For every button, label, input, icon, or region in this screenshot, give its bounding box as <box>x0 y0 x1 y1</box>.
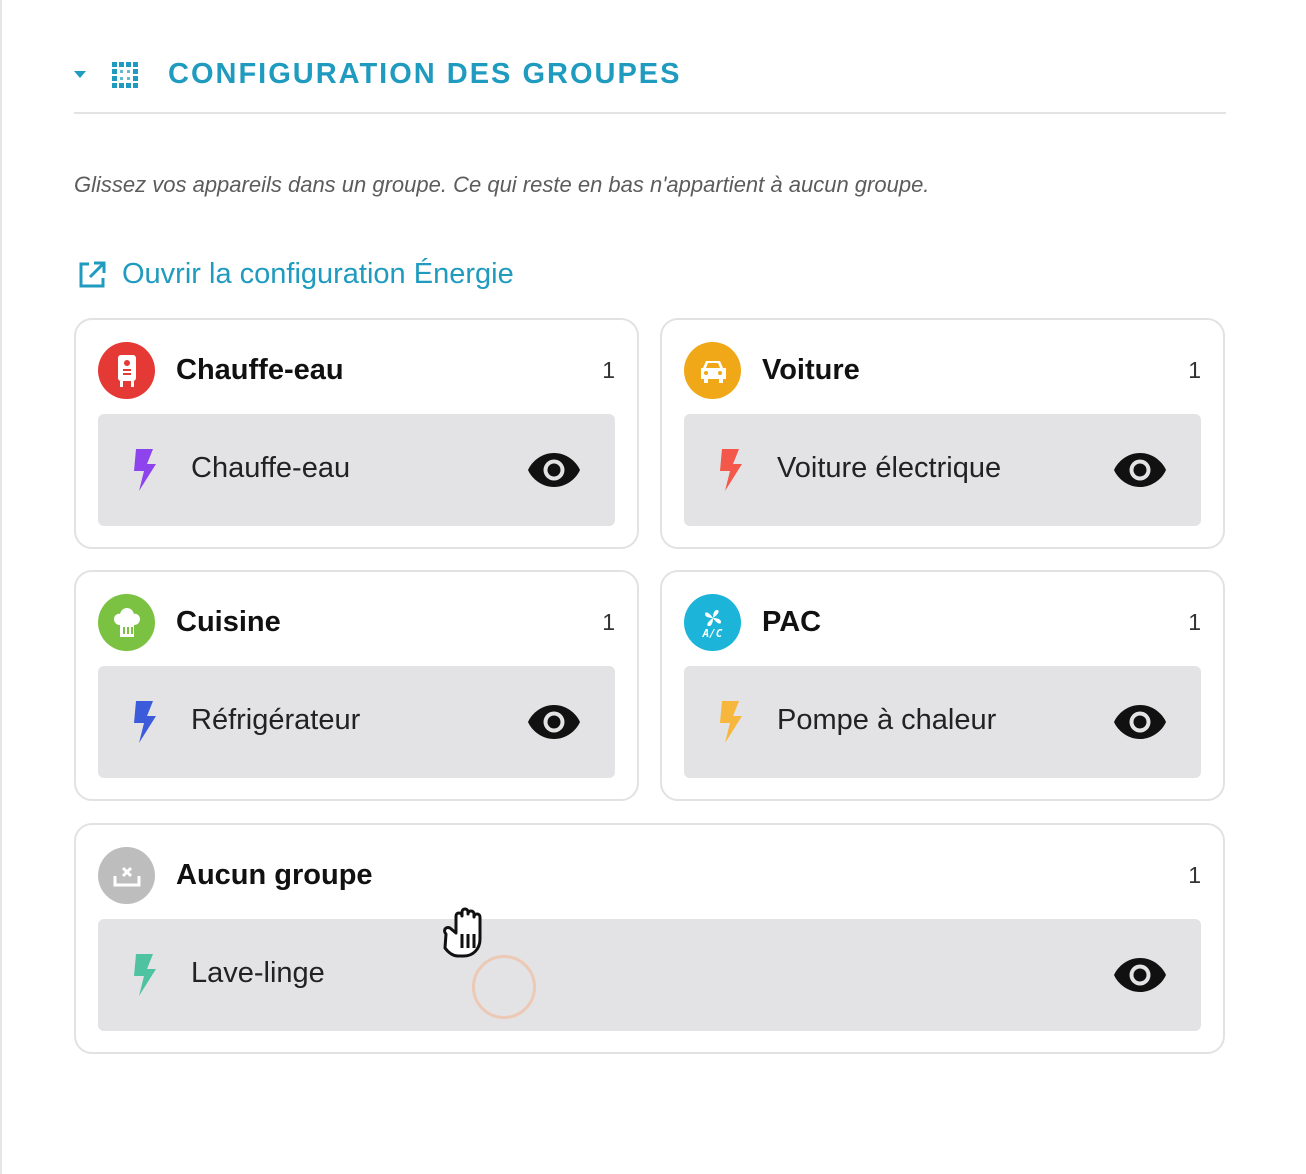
group-card-voiture[interactable]: Voiture 1 Voiture électrique <box>660 318 1225 549</box>
eye-icon[interactable] <box>527 703 581 741</box>
air-conditioner-label: A/C <box>702 627 723 640</box>
group-card-aucun-groupe[interactable]: Aucun groupe 1 Lave-linge <box>74 823 1225 1054</box>
device-row-lave-linge[interactable]: Lave-linge <box>98 919 1201 1031</box>
chef-hat-icon <box>98 594 155 651</box>
device-name: Voiture électrique <box>777 452 1002 484</box>
group-device-count: 1 <box>1188 862 1201 888</box>
group-device-count: 1 <box>602 609 615 635</box>
device-row-refrigerateur[interactable]: Réfrigérateur <box>98 666 615 778</box>
car-icon <box>684 342 741 399</box>
lightning-bolt-icon <box>134 701 156 743</box>
lightning-bolt-icon <box>134 449 156 491</box>
group-card-chauffe-eau[interactable]: Chauffe-eau 1 Chauffe-eau <box>74 318 639 549</box>
group-name: Cuisine <box>176 606 281 638</box>
air-conditioner-icon: A/C <box>684 594 741 651</box>
eye-icon[interactable] <box>1113 451 1167 489</box>
group-header: Chauffe-eau 1 <box>98 342 615 400</box>
group-name: Aucun groupe <box>176 859 373 891</box>
group-header: Aucun groupe 1 <box>98 847 1201 905</box>
open-external-icon <box>79 261 106 287</box>
lightning-bolt-icon <box>720 701 742 743</box>
group-device-count: 1 <box>1188 357 1201 383</box>
group-header: Voiture 1 <box>684 342 1201 400</box>
group-name: Voiture <box>762 354 860 386</box>
instructions-text: Glissez vos appareils dans un groupe. Ce… <box>74 172 930 197</box>
device-row-pompe-a-chaleur[interactable]: Pompe à chaleur <box>684 666 1201 778</box>
open-energy-config-link[interactable]: Ouvrir la configuration Énergie <box>76 258 514 291</box>
device-name: Pompe à chaleur <box>777 704 997 736</box>
group-device-count: 1 <box>1188 609 1201 635</box>
collapse-caret-icon[interactable] <box>74 71 86 78</box>
eye-icon[interactable] <box>527 451 581 489</box>
lightning-bolt-icon <box>134 954 156 996</box>
grab-hand-icon <box>443 907 482 958</box>
group-card-cuisine[interactable]: Cuisine 1 Réfrigérateur <box>74 570 639 801</box>
group-card-pac[interactable]: A/C PAC 1 Pompe à chaleur <box>660 570 1225 801</box>
group-name: Chauffe-eau <box>176 354 344 386</box>
device-name: Chauffe-eau <box>191 452 351 484</box>
eye-icon[interactable] <box>1113 956 1167 994</box>
tray-remove-icon <box>98 847 155 904</box>
open-energy-config-label: Ouvrir la configuration Énergie <box>122 258 514 290</box>
device-row-chauffe-eau[interactable]: Chauffe-eau <box>98 414 615 526</box>
device-name: Réfrigérateur <box>191 704 361 736</box>
section-title: CONFIGURATION DES GROUPES <box>168 58 682 90</box>
device-row-voiture-electrique[interactable]: Voiture électrique <box>684 414 1201 526</box>
section-header[interactable]: CONFIGURATION DES GROUPES <box>74 52 1226 114</box>
page-frame: CONFIGURATION DES GROUPES Glissez vos ap… <box>0 0 1306 1174</box>
eye-icon[interactable] <box>1113 703 1167 741</box>
water-heater-icon <box>98 342 155 399</box>
group-name: PAC <box>762 606 822 638</box>
group-header: A/C PAC 1 <box>684 594 1201 652</box>
lightning-bolt-icon <box>720 449 742 491</box>
group-header: Cuisine 1 <box>98 594 615 652</box>
group-device-count: 1 <box>602 357 615 383</box>
grid-dots-icon <box>112 62 138 88</box>
device-name: Lave-linge <box>191 957 325 989</box>
